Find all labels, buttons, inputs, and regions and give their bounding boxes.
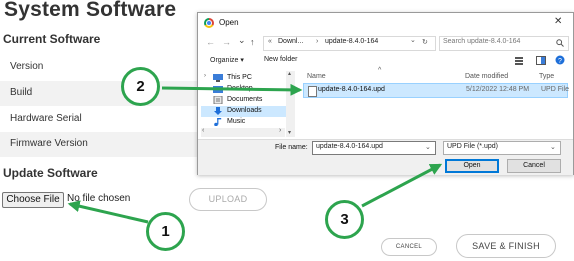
arrow-to-choose-file: [67, 200, 149, 224]
step-1-callout: 1: [146, 212, 185, 251]
arrow-to-file: [161, 83, 303, 96]
annotation-arrows: [67, 83, 443, 224]
step-2-callout: 2: [121, 67, 160, 106]
arrow-to-open-button: [361, 163, 443, 208]
step-3-callout: 3: [325, 200, 364, 239]
